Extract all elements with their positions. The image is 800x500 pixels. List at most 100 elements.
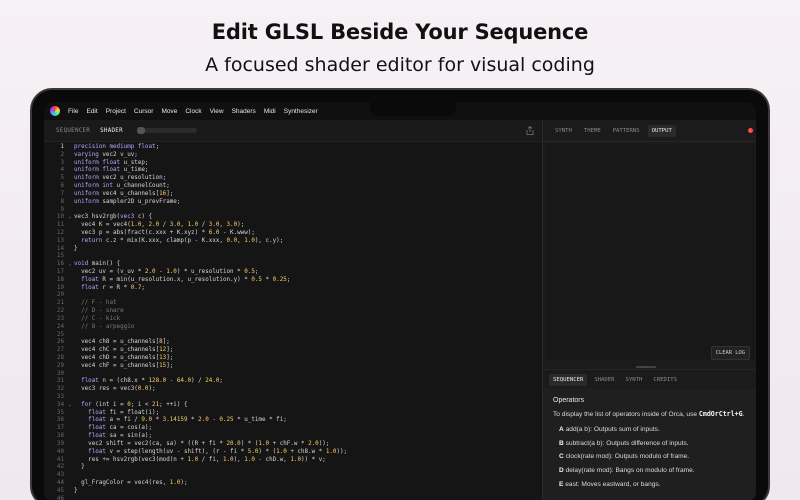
code-editor[interactable]: 1 precision mediump float; 2 varying vec2 v… bbox=[44, 142, 542, 500]
tab-sequencer[interactable]: SEQUENCER bbox=[56, 128, 90, 134]
code-line[interactable]: 13 return c.z * mix(K.xxx, clamp(p - K.x… bbox=[44, 238, 542, 246]
code-line[interactable]: 30 bbox=[44, 371, 542, 379]
code-line[interactable]: 40 float v = step(length(uv - shift), (r… bbox=[44, 449, 542, 457]
code-line[interactable]: 43 bbox=[44, 472, 542, 480]
code-line[interactable]: 34 ⌄ for (int i = 0; i < 21; ++i) { bbox=[44, 402, 542, 410]
docs-tab-synth[interactable]: SYNTH bbox=[622, 374, 647, 386]
code-text: vec4 chD = u_channels[13]; bbox=[74, 354, 174, 361]
code-text: float sa = sin(a); bbox=[74, 433, 153, 440]
code-line[interactable]: 16 ⌄ void main() { bbox=[44, 261, 542, 269]
operator-key: B bbox=[559, 439, 564, 447]
code-line[interactable]: 25 bbox=[44, 332, 542, 340]
code-text: uniform float u_step; bbox=[74, 159, 149, 166]
code-line[interactable]: 32 vec3 res = vec3(0.0); bbox=[44, 386, 542, 394]
code-line[interactable]: 19 float r = R * 0.7; bbox=[44, 285, 542, 293]
code-line[interactable]: 11 vec4 K = vec4(1.0, 2.0 / 3.0, 1.0 / 3… bbox=[44, 222, 542, 230]
code-line[interactable]: 29 vec4 chF = u_channels[15]; bbox=[44, 363, 542, 371]
menu-file[interactable]: File bbox=[68, 108, 78, 115]
editor-tab-bar: SEQUENCER SHADER bbox=[44, 120, 542, 142]
code-line[interactable]: 42 } bbox=[44, 464, 542, 472]
code-line[interactable]: 20 bbox=[44, 292, 542, 300]
docs-tab-credits[interactable]: CREDITS bbox=[649, 374, 681, 386]
code-line[interactable]: 35 float fi = float(i); bbox=[44, 410, 542, 418]
code-text: void main() { bbox=[74, 261, 121, 268]
code-line[interactable]: 9 bbox=[44, 207, 542, 215]
scrub-slider[interactable] bbox=[136, 127, 197, 134]
line-number: 36 bbox=[56, 417, 64, 424]
code-line[interactable]: 38 float sa = sin(a); bbox=[44, 433, 542, 441]
code-text: uniform vec4 u_channels[16]; bbox=[74, 190, 174, 197]
app-logo-icon[interactable] bbox=[50, 106, 60, 116]
code-line[interactable]: 46 bbox=[44, 496, 542, 500]
code-line[interactable]: 45} bbox=[44, 488, 542, 496]
code-line[interactable]: 33 bbox=[44, 394, 542, 402]
slider-thumb[interactable] bbox=[136, 127, 145, 134]
code-text: float v = step(length(uv - shift), (r - … bbox=[74, 448, 348, 455]
line-number: 43 bbox=[56, 472, 64, 479]
tab-shader[interactable]: SHADER bbox=[100, 128, 123, 134]
code-line[interactable]: 5 uniform vec2 u_resolution; bbox=[44, 175, 542, 183]
menu-shaders[interactable]: Shaders bbox=[232, 108, 256, 115]
line-number: 21 bbox=[56, 300, 64, 307]
code-line[interactable]: 12 vec3 p = abs(fract(c.xxx + K.xyz) * 6… bbox=[44, 230, 542, 238]
code-line[interactable]: 8 uniform sampler2D u_prevFrame; bbox=[44, 199, 542, 207]
code-line[interactable]: 7 uniform vec4 u_channels[16]; bbox=[44, 191, 542, 199]
line-number: 13 bbox=[56, 237, 64, 244]
menu-midi[interactable]: Midi bbox=[264, 108, 276, 115]
code-text: uniform int u_channelCount; bbox=[74, 183, 170, 190]
clear-log-button[interactable]: CLEAR LOG bbox=[710, 346, 750, 360]
code-line[interactable]: 41 res += hsv2rgb(vec3(mod(n + 1.0 / fi,… bbox=[44, 457, 542, 465]
code-line[interactable]: 39 vec2 shift = vec2(ca, sa) * ((R + fi … bbox=[44, 441, 542, 449]
line-number: 27 bbox=[56, 347, 64, 354]
code-line[interactable]: 10 ⌄ vec3 hsv2rgb(vec3 c) { bbox=[44, 214, 542, 222]
line-number: 34 bbox=[56, 401, 64, 408]
menu-move[interactable]: Move bbox=[161, 108, 177, 115]
code-line[interactable]: 3 uniform float u_step; bbox=[44, 160, 542, 168]
code-line[interactable]: 36 float a = fi / 9.0 * 3.14159 * 2.0 - … bbox=[44, 417, 542, 425]
operator-desc: subtract(a b): Outputs difference of inp… bbox=[565, 439, 689, 447]
code-line[interactable]: 27 vec4 chC = u_channels[12]; bbox=[44, 347, 542, 355]
tab-theme[interactable]: THEME bbox=[580, 125, 605, 137]
line-number: 5 bbox=[60, 175, 64, 182]
code-line[interactable]: 23 // C - kick bbox=[44, 316, 542, 324]
code-line[interactable]: 37 float ca = cos(a); bbox=[44, 425, 542, 433]
code-line[interactable]: 1 precision mediump float; bbox=[44, 144, 542, 152]
code-line[interactable]: 17 vec2 uv = (v_uv * 2.0 - 1.0) * u_reso… bbox=[44, 269, 542, 277]
docs-tab-sequencer[interactable]: SEQUENCER bbox=[549, 373, 588, 386]
menu-view[interactable]: View bbox=[210, 108, 224, 115]
tab-patterns[interactable]: PATTERNS bbox=[609, 125, 644, 137]
code-line[interactable]: 6 uniform int u_channelCount; bbox=[44, 183, 542, 191]
menu-clock[interactable]: Clock bbox=[185, 108, 201, 115]
code-line[interactable]: 28 vec4 chD = u_channels[13]; bbox=[44, 355, 542, 363]
menu-project[interactable]: Project bbox=[106, 108, 126, 115]
menu-cursor[interactable]: Cursor bbox=[134, 108, 154, 115]
code-text: } bbox=[74, 245, 78, 252]
operator-desc: delay(rate mod): Bangs on modulo of fram… bbox=[565, 467, 695, 475]
panel-resize-handle[interactable] bbox=[636, 366, 656, 368]
menu-synthesizer[interactable]: Synthesizer bbox=[284, 108, 318, 115]
code-line[interactable]: 21 // F - hat bbox=[44, 300, 542, 308]
code-text: vec3 p = abs(fract(c.xxx + K.xyz) * 6.0 … bbox=[74, 229, 255, 236]
code-line[interactable]: 22 // D - snare bbox=[44, 308, 542, 316]
code-line[interactable]: 18 float R = min(u_resolution.x, u_resol… bbox=[44, 277, 542, 285]
code-line[interactable]: 14} bbox=[44, 246, 542, 254]
tab-output[interactable]: OUTPUT bbox=[647, 124, 676, 137]
line-number: 37 bbox=[56, 425, 64, 432]
code-line[interactable]: 4 uniform float u_time; bbox=[44, 167, 542, 175]
code-text: uniform sampler2D u_prevFrame; bbox=[74, 198, 181, 205]
menu-edit[interactable]: Edit bbox=[86, 108, 97, 115]
code-line[interactable]: 31 float n = (ch8.x * 128.0 - 64.0) / 24… bbox=[44, 378, 542, 386]
tab-synth[interactable]: SYNTH bbox=[551, 125, 576, 137]
operator-key: C bbox=[559, 453, 564, 461]
code-line[interactable]: 2 varying vec2 v_uv; bbox=[44, 152, 542, 160]
code-line[interactable]: 44 gl_FragColor = vec4(res, 1.0); bbox=[44, 480, 542, 488]
code-line[interactable]: 24 // 8 - arpeggio bbox=[44, 324, 542, 332]
share-icon[interactable] bbox=[526, 126, 534, 135]
operator-item: D delay(rate mod): Bangs on modulo of fr… bbox=[553, 464, 747, 478]
docs-tab-shader[interactable]: SHADER bbox=[590, 374, 618, 386]
code-line[interactable]: 15 bbox=[44, 253, 542, 261]
code-line[interactable]: 26 vec4 ch8 = u_channels[8]; bbox=[44, 339, 542, 347]
operator-desc: clock(rate mod): Outputs modulo of frame… bbox=[565, 453, 690, 461]
